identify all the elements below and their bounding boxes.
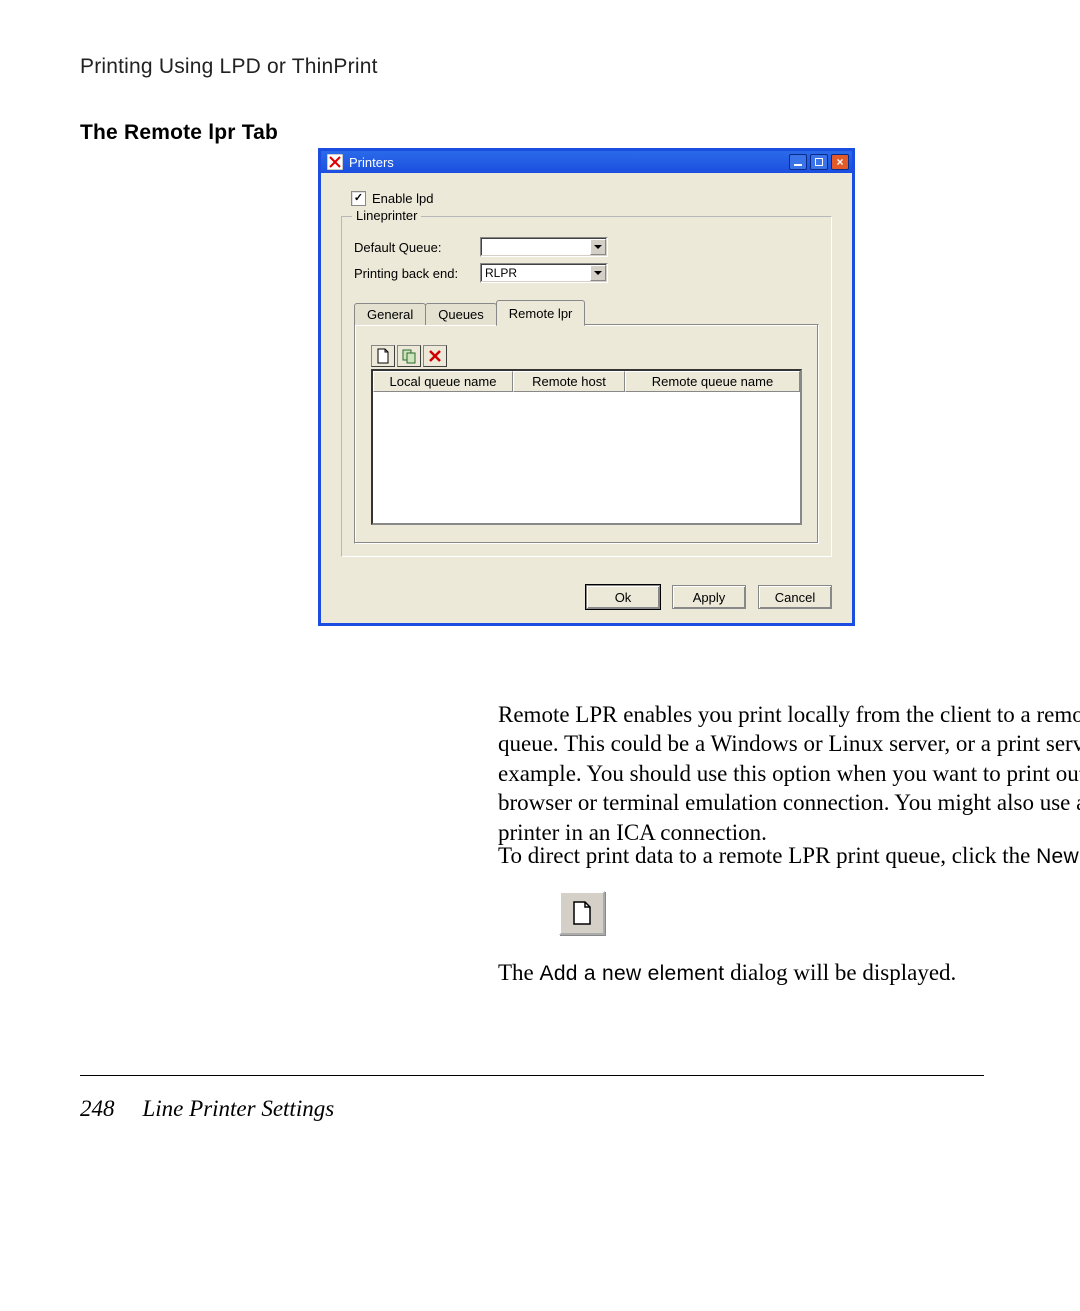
minimize-button[interactable]	[789, 154, 807, 170]
col-remote-queue-name[interactable]: Remote queue name	[625, 371, 800, 392]
paragraph-1: Remote LPR enables you print locally fro…	[498, 700, 1080, 847]
ok-button[interactable]: Ok	[586, 585, 660, 609]
new-button-illustration	[559, 891, 605, 935]
delete-icon	[428, 349, 442, 363]
copy-button[interactable]	[397, 345, 421, 367]
printing-back-end-value: RLPR	[485, 266, 517, 280]
maximize-button[interactable]	[810, 154, 828, 170]
remote-lpr-table[interactable]: Local queue name Remote host Remote queu…	[371, 369, 802, 525]
close-button[interactable]: ×	[831, 154, 849, 170]
checkmark-icon: ✓	[354, 193, 363, 204]
new-label-inline: New	[1036, 845, 1079, 868]
col-remote-host[interactable]: Remote host	[513, 371, 625, 392]
cancel-button[interactable]: Cancel	[758, 585, 832, 609]
paragraph-3: The Add a new element dialog will be dis…	[498, 958, 1080, 988]
new-file-icon	[376, 348, 390, 364]
footer-rule	[80, 1075, 984, 1076]
copy-icon	[401, 348, 417, 364]
app-icon	[327, 154, 343, 170]
lineprinter-groupbox: Lineprinter Default Queue: Printing back…	[341, 216, 832, 557]
tab-general[interactable]: General	[354, 303, 426, 325]
tab-queues[interactable]: Queues	[425, 303, 497, 325]
printers-window: Printers × ✓ Enable lpd Lineprinter Defa…	[318, 148, 855, 626]
footer-title: Line Printer Settings	[143, 1096, 335, 1122]
paragraph-2: To direct print data to a remote LPR pri…	[498, 841, 1080, 871]
section-heading: The Remote lpr Tab	[80, 121, 984, 145]
new-button[interactable]	[371, 345, 395, 367]
col-local-queue-name[interactable]: Local queue name	[373, 371, 513, 392]
tab-panel-remote-lpr: Local queue name Remote host Remote queu…	[354, 324, 819, 544]
page-footer: 248 Line Printer Settings	[80, 1096, 334, 1122]
printing-back-end-dropdown[interactable]: RLPR	[480, 263, 608, 283]
chevron-down-icon	[590, 239, 606, 255]
enable-lpd-label: Enable lpd	[372, 191, 433, 206]
default-queue-dropdown[interactable]	[480, 237, 608, 257]
enable-lpd-checkbox[interactable]: ✓	[351, 191, 366, 206]
new-file-icon	[571, 900, 593, 926]
printing-back-end-label: Printing back end:	[354, 266, 480, 281]
tab-remote-lpr[interactable]: Remote lpr	[496, 300, 586, 326]
apply-button[interactable]: Apply	[672, 585, 746, 609]
add-new-element-label: Add a new element	[540, 962, 725, 985]
default-queue-label: Default Queue:	[354, 240, 480, 255]
window-title: Printers	[349, 155, 789, 170]
page-number: 248	[80, 1096, 115, 1122]
lineprinter-legend: Lineprinter	[352, 208, 421, 223]
delete-button[interactable]	[423, 345, 447, 367]
chevron-down-icon	[590, 265, 606, 281]
page-header: Printing Using LPD or ThinPrint	[80, 55, 984, 79]
titlebar: Printers ×	[321, 151, 852, 173]
